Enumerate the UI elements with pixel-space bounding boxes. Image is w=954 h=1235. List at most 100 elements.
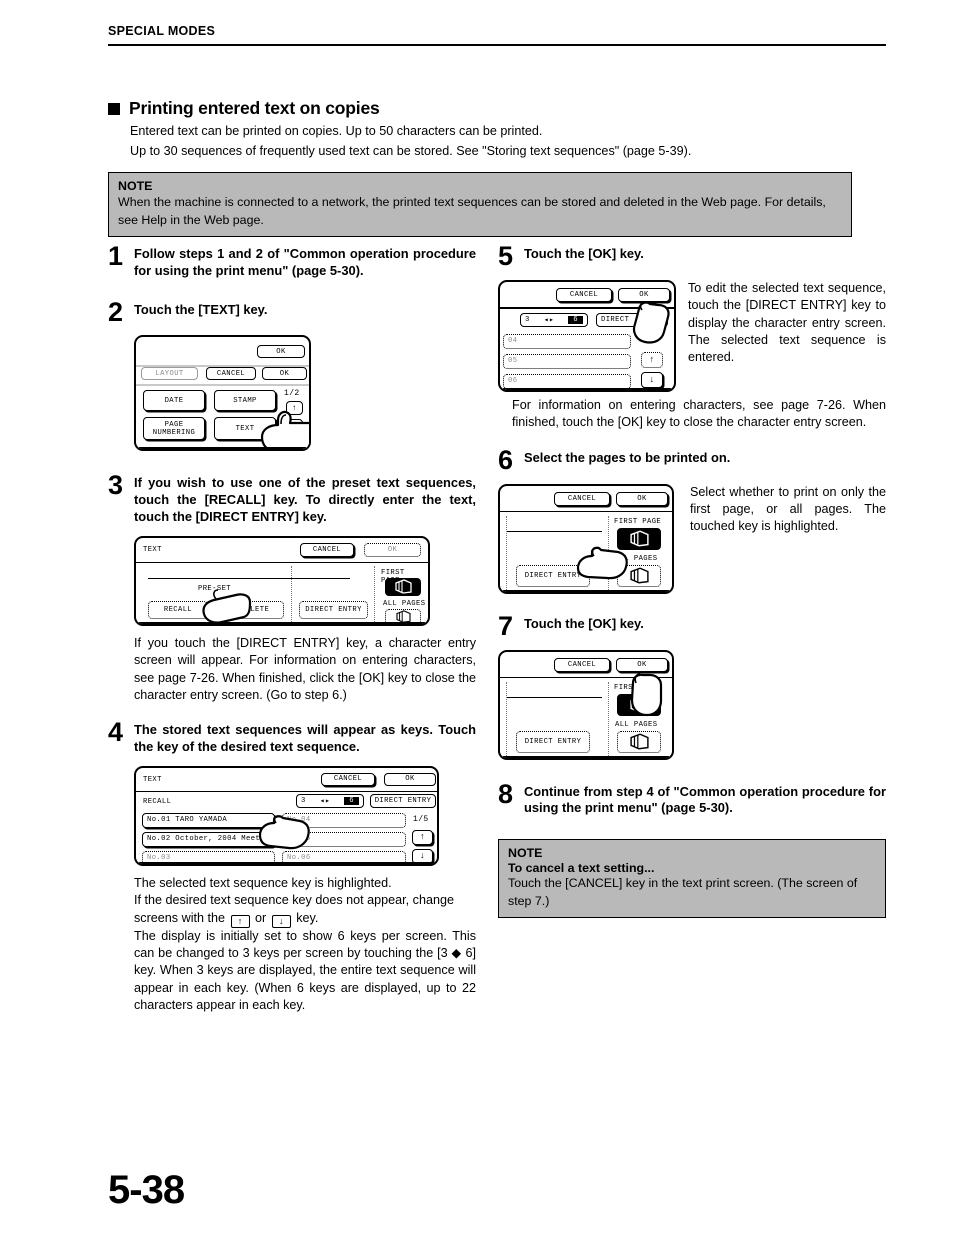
note-box-top: NOTE When the machine is connected to a … [108, 172, 852, 238]
cancel-key[interactable]: CANCEL [556, 287, 612, 302]
page-number: 5-38 [108, 1168, 185, 1212]
step-8-number: 8 [498, 778, 514, 809]
lcd-panel-step2[interactable]: OK LAYOUT CANCEL OK DATE STAMP PAGE NUMB… [134, 335, 311, 452]
text-sequence-key-4[interactable]: No.04 [282, 812, 406, 828]
panel-divider [500, 306, 674, 309]
lcd-panel-step4[interactable]: TEXT CANCEL OK RECALL 3 ◂▸ 6 DIRECT ENTR… [134, 765, 439, 866]
pages-stack-icon [629, 567, 649, 584]
recall-key[interactable]: RECALL [148, 600, 208, 619]
note-body: Touch the [CANCEL] key in the text print… [508, 876, 858, 908]
vertical-separator-1 [291, 565, 292, 624]
layout-key[interactable]: LAYOUT [141, 367, 198, 381]
step-8: 8 Continue from step 4 of "Common operat… [498, 778, 886, 818]
scroll-up-key[interactable]: ↑ [286, 401, 303, 416]
first-page-key[interactable] [617, 527, 661, 550]
step-4-text: The stored text sequences will appear as… [134, 722, 476, 755]
store-delete-key[interactable]: RE/DELETE [212, 600, 284, 619]
text-sequence-key-4[interactable]: 04 [503, 333, 631, 349]
stamp-key[interactable]: STAMP [214, 390, 276, 412]
text-sequence-key-2[interactable]: No.02 October, 2004 Meeting [142, 831, 275, 847]
page-numbering-key[interactable]: PAGE NUMBERING [143, 417, 205, 441]
scroll-down-key[interactable]: ↓ [286, 419, 303, 434]
direct-entry-key[interactable]: DIRECT ENTRY [299, 600, 368, 619]
pages-stack-icon [629, 733, 649, 750]
note-subtitle: To cancel a text setting... [508, 861, 655, 876]
first-page-label: FIRS [614, 683, 633, 692]
first-page-label-tail: E [656, 683, 661, 692]
step-3-number: 3 [108, 470, 124, 501]
lcd-panel-step5[interactable]: CANCEL OK 3 ◂▸ 6 DIRECT 04 05 06 1/5 ↑ ↓ [498, 279, 676, 392]
step-7: 7 Touch the [OK] key. [498, 610, 886, 641]
step-3: 3 If you wish to use one of the preset t… [108, 470, 476, 525]
panel-divider [136, 561, 428, 564]
left-column: 1 Follow steps 1 and 2 of "Common operat… [108, 243, 476, 1014]
lcd-panel-step6[interactable]: CANCEL OK FIRST PAGE ALL PAGES DIRECT EN… [498, 483, 674, 594]
scroll-down-key[interactable]: ↓ [412, 848, 433, 864]
right-column: 5 Touch the [OK] key. CANCEL OK 3 ◂▸ 6 D… [498, 241, 886, 919]
vertical-separator-2 [608, 681, 609, 756]
step-6: 6 Select the pages to be printed on. [498, 446, 886, 473]
step-6-side-text: Select whether to print on only the firs… [690, 484, 886, 534]
background-ok-key[interactable]: OK [257, 345, 305, 359]
ok-key[interactable]: OK [618, 287, 670, 302]
left-right-arrow-icon: ◂▸ [319, 796, 331, 806]
all-pages-key[interactable] [617, 730, 661, 753]
text-sequence-key-6[interactable]: No.06 [282, 850, 406, 864]
text-sequence-key-3[interactable]: No.03 [142, 850, 275, 864]
panel-title: TEXT [143, 775, 162, 784]
note-box-bottom: NOTE To cancel a text setting... Touch t… [498, 839, 886, 919]
direct-entry-key[interactable]: DIRECT [596, 312, 668, 327]
group-separator [148, 577, 350, 580]
ok-key[interactable]: OK [616, 491, 668, 506]
scroll-up-key[interactable]: ↑ [641, 351, 663, 368]
panel-divider [500, 510, 672, 513]
text-sequence-key-1[interactable]: No.01 TARO YAMADA [142, 812, 275, 828]
step-5: 5 Touch the [OK] key. [498, 241, 886, 271]
scroll-up-inline-icon: ↑ [230, 914, 250, 928]
text-key[interactable]: TEXT [214, 417, 276, 441]
step-4-body-1: The selected text sequence key is highli… [134, 875, 392, 890]
all-pages-key[interactable] [617, 564, 661, 587]
group-separator [506, 696, 602, 698]
cancel-key[interactable]: CANCEL [206, 367, 256, 381]
ok-key[interactable]: OK [262, 367, 307, 381]
left-right-arrow-icon: ◂▸ [543, 315, 555, 325]
all-pages-key[interactable] [385, 608, 421, 624]
first-page-key[interactable] [385, 577, 421, 596]
first-page-key[interactable] [617, 693, 661, 716]
recall-label: RECALL [143, 797, 172, 806]
text-sequence-key-5[interactable]: No.05 [282, 831, 406, 847]
cancel-key[interactable]: CANCEL [554, 657, 610, 672]
step-2: 2 Touch the [TEXT] key. [108, 298, 476, 325]
step-5-body: For information on entering characters, … [512, 397, 886, 430]
lcd-panel-step3[interactable]: TEXT CANCEL OK PRE-SET RECALL RE/DELETE … [134, 535, 430, 626]
text-sequence-key-5[interactable]: 05 [503, 353, 631, 369]
header-rule [108, 44, 886, 46]
step-1: 1 Follow steps 1 and 2 of "Common operat… [108, 243, 476, 280]
text-sequence-key-6[interactable]: 06 [503, 373, 631, 389]
date-key[interactable]: DATE [143, 390, 205, 412]
step-7-number: 7 [498, 610, 514, 641]
panel-divider [500, 676, 672, 679]
direct-entry-key[interactable]: DIRECT ENTRY [516, 730, 590, 753]
vertical-separator-2 [374, 565, 375, 624]
lcd-panel-step7[interactable]: CANCEL OK FIRS E ALL PAGES DIRECT ENTRY [498, 649, 674, 760]
cancel-key[interactable]: CANCEL [554, 491, 610, 506]
ok-key[interactable]: OK [616, 657, 668, 672]
direct-entry-key[interactable]: DIRECT ENTRY [370, 793, 436, 808]
panel-divider [136, 790, 437, 793]
ok-key[interactable]: OK [364, 542, 421, 557]
cancel-key[interactable]: CANCEL [321, 772, 375, 786]
page-indicator: 1/2 [284, 389, 300, 399]
step-5-number: 5 [498, 241, 514, 271]
pages-stack-icon [629, 696, 649, 713]
direct-entry-key[interactable]: DIRECT ENTRY [516, 564, 590, 587]
step-5-text: Touch the [OK] key. [524, 246, 644, 261]
cancel-key[interactable]: CANCEL [300, 542, 354, 557]
keys-per-screen-toggle[interactable]: 3 ◂▸ 6 [296, 793, 364, 808]
pages-stack-icon [395, 610, 411, 623]
scroll-down-key[interactable]: ↓ [641, 371, 663, 388]
scroll-up-key[interactable]: ↑ [412, 829, 433, 845]
keys-per-screen-toggle[interactable]: 3 ◂▸ 6 [520, 312, 588, 327]
ok-key[interactable]: OK [384, 772, 436, 786]
